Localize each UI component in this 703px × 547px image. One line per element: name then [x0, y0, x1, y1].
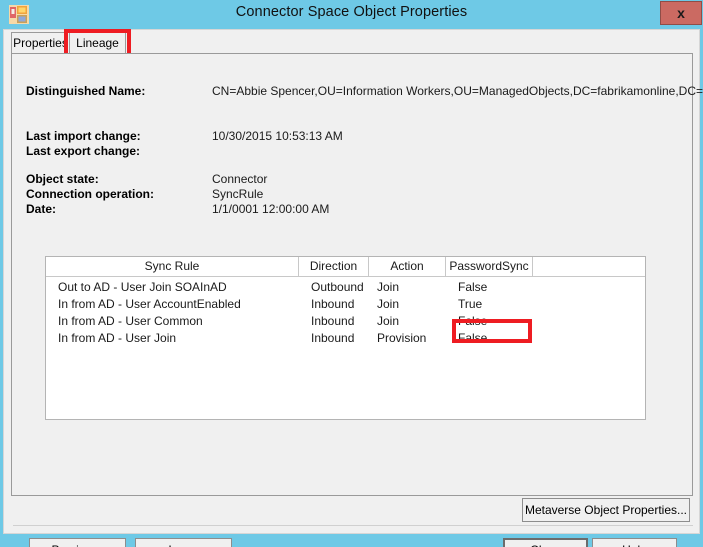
cell-direction: Outbound: [311, 280, 364, 294]
date-value: 1/1/0001 12:00:00 AM: [212, 202, 330, 216]
cell-action: Join: [377, 280, 400, 294]
metaverse-object-properties-button[interactable]: Metaverse Object Properties...: [522, 498, 690, 522]
cell-direction: Inbound: [311, 314, 355, 328]
preview-button[interactable]: Preview...: [29, 538, 126, 547]
cell-password-sync: False: [458, 314, 488, 328]
last-import-change-label: Last import change:: [26, 129, 141, 143]
last-export-change-label: Last export change:: [26, 144, 141, 158]
title-bar[interactable]: Connector Space Object Properties x: [0, 0, 703, 29]
lineage-tab-page: Distinguished Name: CN=Abbie Spencer,OU=…: [11, 53, 703, 522]
close-window-button[interactable]: x: [660, 1, 702, 25]
tab-lineage-label: Lineage: [76, 36, 119, 50]
last-import-change-value: 10/30/2015 10:53:13 AM: [212, 129, 343, 143]
column-header-direction[interactable]: Direction: [299, 257, 369, 276]
column-header-sync-rule[interactable]: Sync Rule: [46, 257, 299, 276]
date-label: Date:: [26, 202, 57, 216]
cell-direction: Inbound: [311, 331, 355, 345]
cell-action: Join: [377, 297, 400, 311]
preview-button-label: Preview...: [51, 543, 103, 547]
cell-sync-rule: In from AD - User Join: [58, 331, 177, 345]
cell-sync-rule: Out to AD - User Join SOAInAD: [58, 280, 227, 294]
help-button[interactable]: Help: [592, 538, 677, 547]
object-state-value: Connector: [212, 172, 268, 186]
metaverse-object-properties-label: Metaverse Object Properties...: [524, 503, 688, 517]
connector-space-object-properties-window: Connector Space Object Properties x Prop…: [0, 0, 703, 547]
column-header-password-sync[interactable]: PasswordSync: [446, 257, 533, 276]
footer-separator: [13, 525, 693, 526]
column-header-filler[interactable]: [533, 257, 645, 276]
cell-action: Provision: [377, 331, 427, 345]
tab-strip: Properties Lineage: [11, 29, 693, 60]
window-title: Connector Space Object Properties: [235, 4, 468, 20]
table-row[interactable]: In from AD - User Common Inbound Join Fa…: [46, 313, 645, 329]
cell-password-sync: True: [458, 297, 483, 311]
table-row[interactable]: In from AD - User AccountEnabled Inbound…: [46, 296, 645, 312]
table-row[interactable]: Out to AD - User Join SOAInAD Outbound J…: [46, 279, 645, 295]
close-button-label: Close: [530, 543, 561, 547]
close-icon: x: [677, 5, 685, 21]
cell-action: Join: [377, 314, 400, 328]
log-button-label: Log...: [168, 543, 198, 547]
connection-operation-label: Connection operation:: [26, 187, 154, 201]
connection-operation-value: SyncRule: [212, 187, 264, 201]
cell-password-sync: False: [458, 280, 488, 294]
tab-properties[interactable]: Properties: [11, 32, 70, 54]
column-header-action[interactable]: Action: [369, 257, 446, 276]
tab-lineage[interactable]: Lineage: [69, 32, 126, 54]
dialog-client-area: Properties Lineage Distinguished Name: C…: [3, 29, 703, 547]
distinguished-name-value: CN=Abbie Spencer,OU=Information Workers,…: [212, 84, 703, 98]
tab-properties-label: Properties: [13, 36, 68, 50]
cell-direction: Inbound: [311, 297, 355, 311]
distinguished-name-label: Distinguished Name:: [26, 84, 146, 98]
close-button[interactable]: Close: [503, 538, 588, 547]
log-button[interactable]: Log...: [135, 538, 232, 547]
cell-password-sync: False: [458, 331, 488, 345]
table-row[interactable]: In from AD - User Join Inbound Provision…: [46, 330, 645, 346]
cell-sync-rule: In from AD - User Common: [58, 314, 203, 328]
lineage-list-header: Sync Rule Direction Action PasswordSync: [46, 257, 645, 277]
lineage-list[interactable]: Sync Rule Direction Action PasswordSync …: [45, 256, 646, 420]
cell-sync-rule: In from AD - User AccountEnabled: [58, 297, 241, 311]
help-button-label: Help: [622, 543, 647, 547]
object-state-label: Object state:: [26, 172, 99, 186]
